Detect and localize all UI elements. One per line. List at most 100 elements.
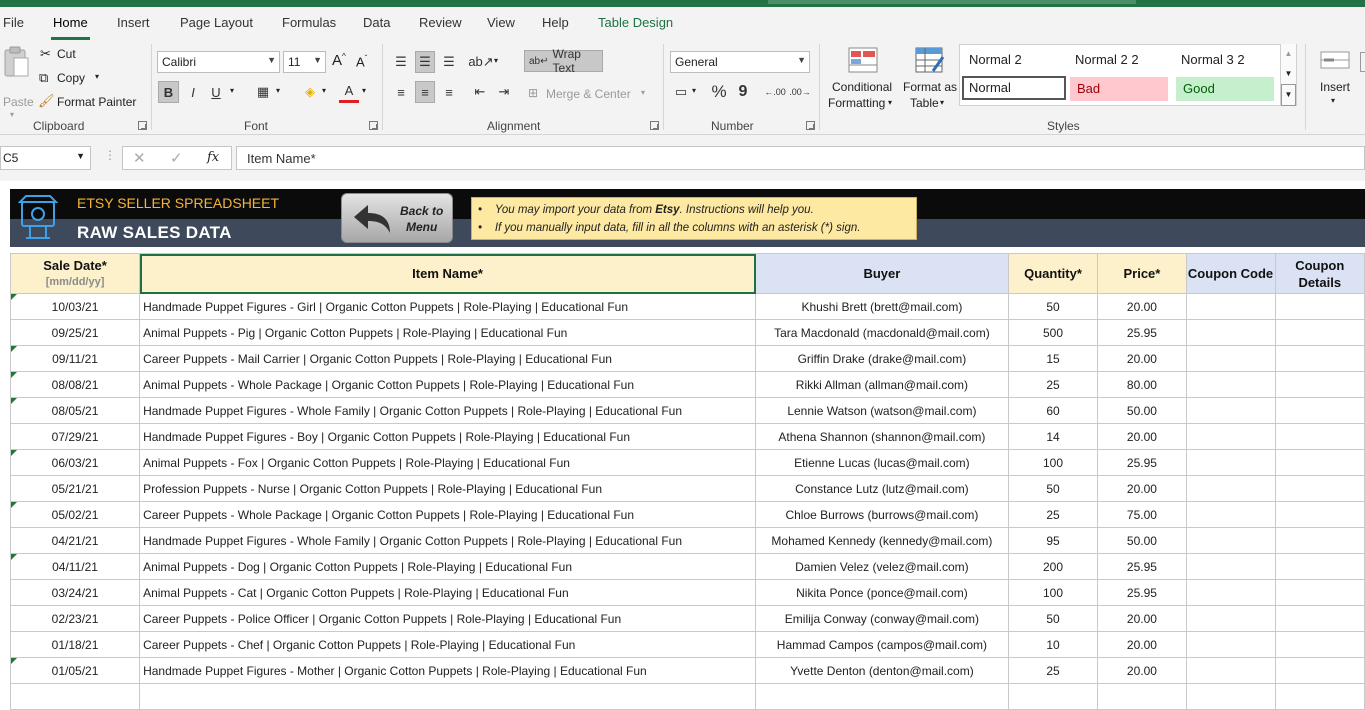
cell-item-name[interactable]: Animal Puppets - Fox | Organic Cotton Pu… <box>139 449 757 476</box>
tab-file[interactable]: File <box>3 15 24 30</box>
cell-item-name[interactable]: Career Puppets - Whole Package | Organic… <box>139 501 757 528</box>
cell-coupon-details[interactable] <box>1274 397 1365 424</box>
decrease-indent-icon[interactable]: ⇤ <box>470 81 490 103</box>
header-quantity[interactable]: Quantity* <box>1007 253 1099 294</box>
cell-sale-date[interactable]: 08/08/21 <box>9 371 141 398</box>
cell-buyer[interactable]: Tara Macdonald (macdonald@mail.com) <box>755 319 1009 346</box>
cell-coupon-details[interactable] <box>1274 371 1365 398</box>
empty-cell[interactable] <box>9 683 141 710</box>
grow-font-icon[interactable]: A^ <box>332 52 346 69</box>
cell-buyer[interactable]: Mohamed Kennedy (kennedy@mail.com) <box>755 527 1009 554</box>
cell-sale-date[interactable]: 03/24/21 <box>9 579 141 606</box>
cell-quantity[interactable]: 50 <box>1007 605 1099 632</box>
cell-quantity[interactable]: 100 <box>1007 579 1099 606</box>
cell-coupon-code[interactable] <box>1185 319 1276 346</box>
font-size-select[interactable]: 11 ▼ <box>283 51 326 73</box>
conditional-formatting-label-2[interactable]: Formatting <box>828 96 885 110</box>
insert-button[interactable]: Insert <box>1320 80 1350 94</box>
cell-item-name[interactable]: Profession Puppets - Nurse | Organic Cot… <box>139 475 757 502</box>
increase-decimal-button[interactable]: ← .00 <box>764 81 786 103</box>
name-box[interactable]: C5 ▼ <box>0 146 91 170</box>
tab-formulas[interactable]: Formulas <box>282 15 336 30</box>
percent-button[interactable]: % <box>709 81 729 103</box>
cell-quantity[interactable]: 10 <box>1007 631 1099 658</box>
tab-page-layout[interactable]: Page Layout <box>180 15 253 30</box>
align-right-icon[interactable]: ≡ <box>439 81 459 103</box>
cell-buyer[interactable]: Khushi Brett (brett@mail.com) <box>755 293 1009 320</box>
cell-buyer[interactable]: Lennie Watson (watson@mail.com) <box>755 397 1009 424</box>
cell-coupon-details[interactable] <box>1274 527 1365 554</box>
enter-icon[interactable]: ✓ <box>170 149 183 167</box>
cell-coupon-code[interactable] <box>1185 579 1276 606</box>
cell-item-name[interactable]: Handmade Puppet Figures - Whole Family |… <box>139 397 757 424</box>
cell-coupon-details[interactable] <box>1274 449 1365 476</box>
cell-item-name[interactable]: Animal Puppets - Whole Package | Organic… <box>139 371 757 398</box>
back-to-menu-button[interactable]: Back to Menu <box>341 193 453 243</box>
cell-price[interactable]: 25.95 <box>1097 579 1187 606</box>
insert-cells-icon[interactable] <box>1320 48 1352 74</box>
cell-coupon-code[interactable] <box>1185 501 1276 528</box>
cell-coupon-code[interactable] <box>1185 553 1276 580</box>
underline-button[interactable]: U <box>207 81 225 103</box>
cell-quantity[interactable]: 50 <box>1007 293 1099 320</box>
paste-caret-icon[interactable]: ▾ <box>10 110 14 119</box>
header-buyer[interactable]: Buyer <box>755 253 1009 294</box>
empty-cell[interactable] <box>1185 683 1276 710</box>
chevron-down-icon[interactable]: ▼ <box>1281 64 1296 84</box>
insert-function-icon[interactable]: fx <box>207 150 219 165</box>
tab-home[interactable]: Home <box>51 15 90 40</box>
tab-insert[interactable]: Insert <box>117 15 150 30</box>
cell-coupon-code[interactable] <box>1185 475 1276 502</box>
font-launcher-icon[interactable] <box>369 121 378 130</box>
cell-coupon-details[interactable] <box>1274 501 1365 528</box>
cell-sale-date[interactable]: 08/05/21 <box>9 397 141 424</box>
align-left-icon[interactable]: ≡ <box>391 81 411 103</box>
conditional-formatting-icon[interactable] <box>848 47 878 73</box>
styles-gallery-scroll[interactable]: ▲ ▼ ▼ <box>1280 44 1296 106</box>
comma-button[interactable]: 9 <box>735 81 751 103</box>
cell-coupon-details[interactable] <box>1274 423 1365 450</box>
cell-sale-date[interactable]: 04/11/21 <box>9 553 141 580</box>
cell-item-name[interactable]: Animal Puppets - Pig | Organic Cotton Pu… <box>139 319 757 346</box>
cell-sale-date[interactable]: 01/18/21 <box>9 631 141 658</box>
merge-icon[interactable]: ⊞ <box>528 86 538 100</box>
cell-coupon-code[interactable] <box>1185 345 1276 372</box>
currency-icon[interactable]: ▭ <box>672 81 690 103</box>
tab-view[interactable]: View <box>487 15 515 30</box>
cell-sale-date[interactable]: 02/23/21 <box>9 605 141 632</box>
orientation-icon[interactable]: ab↗ <box>468 51 493 73</box>
cell-quantity[interactable]: 60 <box>1007 397 1099 424</box>
align-bottom-icon[interactable]: ☰ <box>439 51 459 73</box>
cell-price[interactable]: 20.00 <box>1097 423 1187 450</box>
cell-coupon-details[interactable] <box>1274 605 1365 632</box>
cell-item-name[interactable]: Handmade Puppet Figures - Boy | Organic … <box>139 423 757 450</box>
cell-price[interactable]: 20.00 <box>1097 475 1187 502</box>
currency-caret-icon[interactable]: ▾ <box>692 86 696 95</box>
decrease-decimal-button[interactable]: .00 → <box>789 81 811 103</box>
clipboard-launcher-icon[interactable] <box>138 121 147 130</box>
cell-price[interactable]: 75.00 <box>1097 501 1187 528</box>
number-launcher-icon[interactable] <box>806 121 815 130</box>
cell-sale-date[interactable]: 01/05/21 <box>9 657 141 684</box>
delete-cells-icon[interactable] <box>1360 52 1365 72</box>
bold-button[interactable]: B <box>158 81 179 103</box>
empty-cell[interactable] <box>1274 683 1365 710</box>
cell-buyer[interactable]: Constance Lutz (lutz@mail.com) <box>755 475 1009 502</box>
empty-cell[interactable] <box>755 683 1009 710</box>
style-good[interactable]: Good <box>1176 77 1274 101</box>
cancel-icon[interactable]: ✕ <box>133 149 146 167</box>
cell-coupon-details[interactable] <box>1274 293 1365 320</box>
fill-color-icon[interactable]: ◈ <box>300 81 320 103</box>
cell-sale-date[interactable]: 09/25/21 <box>9 319 141 346</box>
header-price[interactable]: Price* <box>1097 253 1187 294</box>
cell-price[interactable]: 20.00 <box>1097 605 1187 632</box>
cell-price[interactable]: 20.00 <box>1097 631 1187 658</box>
font-color-caret-icon[interactable]: ▾ <box>362 86 366 95</box>
cell-quantity[interactable]: 25 <box>1007 657 1099 684</box>
style-normal-2-2[interactable]: Normal 2 2 <box>1068 48 1174 72</box>
merge-center-button[interactable]: Merge & Center <box>546 87 631 101</box>
cell-item-name[interactable]: Career Puppets - Mail Carrier | Organic … <box>139 345 757 372</box>
header-sale-date[interactable]: Sale Date* [mm/dd/yy] <box>9 253 141 294</box>
cell-sale-date[interactable]: 04/21/21 <box>9 527 141 554</box>
cell-item-name[interactable]: Handmade Puppet Figures - Mother | Organ… <box>139 657 757 684</box>
